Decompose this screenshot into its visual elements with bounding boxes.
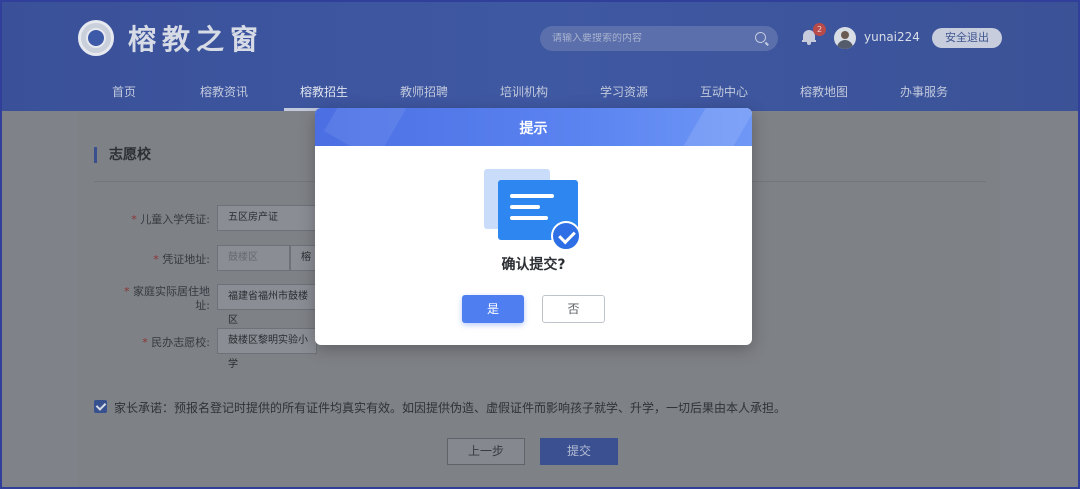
search-box[interactable] — [540, 26, 778, 51]
nav-item-training[interactable]: 培训机构 — [474, 75, 574, 111]
promise-checkbox[interactable] — [94, 400, 107, 413]
nav-item-news[interactable]: 榕教资讯 — [174, 75, 274, 111]
logout-button[interactable]: 安全退出 — [932, 28, 1002, 48]
home-address-input[interactable]: 福建省福州市鼓楼区 — [217, 284, 317, 326]
search-input[interactable] — [552, 33, 752, 44]
nav-item-home[interactable]: 首页 — [74, 75, 174, 111]
cert-street-select[interactable]: 榕 — [290, 245, 317, 271]
nav-item-resources[interactable]: 学习资源 — [574, 75, 674, 111]
field-label-private-school: * 民办志愿校: — [142, 336, 210, 349]
search-icon[interactable] — [755, 32, 766, 43]
submit-button[interactable]: 提交 — [540, 438, 618, 465]
section-title: 志愿校 — [94, 147, 151, 163]
emblem-icon — [78, 20, 114, 56]
site-header: 榕教之窗 2 yunai224 安全退出 首页 榕教资讯 榕教招生 教师招聘 培… — [2, 2, 1078, 111]
field-label-home-address: * 家庭实际居住地址: — [124, 285, 210, 312]
field-label-cert-address: * 凭证地址: — [153, 253, 210, 266]
certificate-select[interactable]: 五区房产证 — [217, 205, 317, 231]
avatar[interactable] — [834, 27, 856, 49]
notification-badge: 2 — [813, 23, 826, 36]
dialog-header: 提示 — [315, 108, 752, 146]
promise-text: 家长承诺：预报名登记时提供的所有证件均真实有效。如因提供伪造、虚假证件而影响孩子… — [114, 401, 787, 415]
checkmark-icon — [551, 221, 581, 251]
main-nav: 首页 榕教资讯 榕教招生 教师招聘 培训机构 学习资源 互动中心 榕教地图 办事… — [74, 75, 974, 111]
private-school-select[interactable]: 鼓楼区黎明实验小学 — [217, 328, 317, 370]
field-label-certificate: * 儿童入学凭证: — [131, 213, 210, 226]
prev-step-button[interactable]: 上一步 — [447, 438, 525, 465]
site-title: 榕教之窗 — [128, 23, 265, 56]
nav-item-teacher-recruitment[interactable]: 教师招聘 — [374, 75, 474, 111]
browser-frame: 榕教之窗 2 yunai224 安全退出 首页 榕教资讯 榕教招生 教师招聘 培… — [0, 0, 1080, 489]
yes-button[interactable]: 是 — [462, 295, 524, 323]
nav-item-services[interactable]: 办事服务 — [874, 75, 974, 111]
dialog-title: 提示 — [519, 121, 548, 137]
cert-district-select[interactable]: 鼓楼区 — [217, 245, 290, 271]
nav-item-interaction[interactable]: 互动中心 — [674, 75, 774, 111]
username[interactable]: yunai224 — [864, 30, 920, 44]
no-button[interactable]: 否 — [542, 295, 605, 323]
nav-item-map[interactable]: 榕教地图 — [774, 75, 874, 111]
nav-item-enrollment[interactable]: 榕教招生 — [274, 75, 374, 111]
document-check-icon — [483, 166, 583, 251]
dialog-message: 确认提交? — [501, 257, 566, 273]
site-logo[interactable]: 榕教之窗 — [78, 18, 264, 58]
confirm-dialog: 提示 确认提交? 是 否 — [315, 108, 752, 345]
